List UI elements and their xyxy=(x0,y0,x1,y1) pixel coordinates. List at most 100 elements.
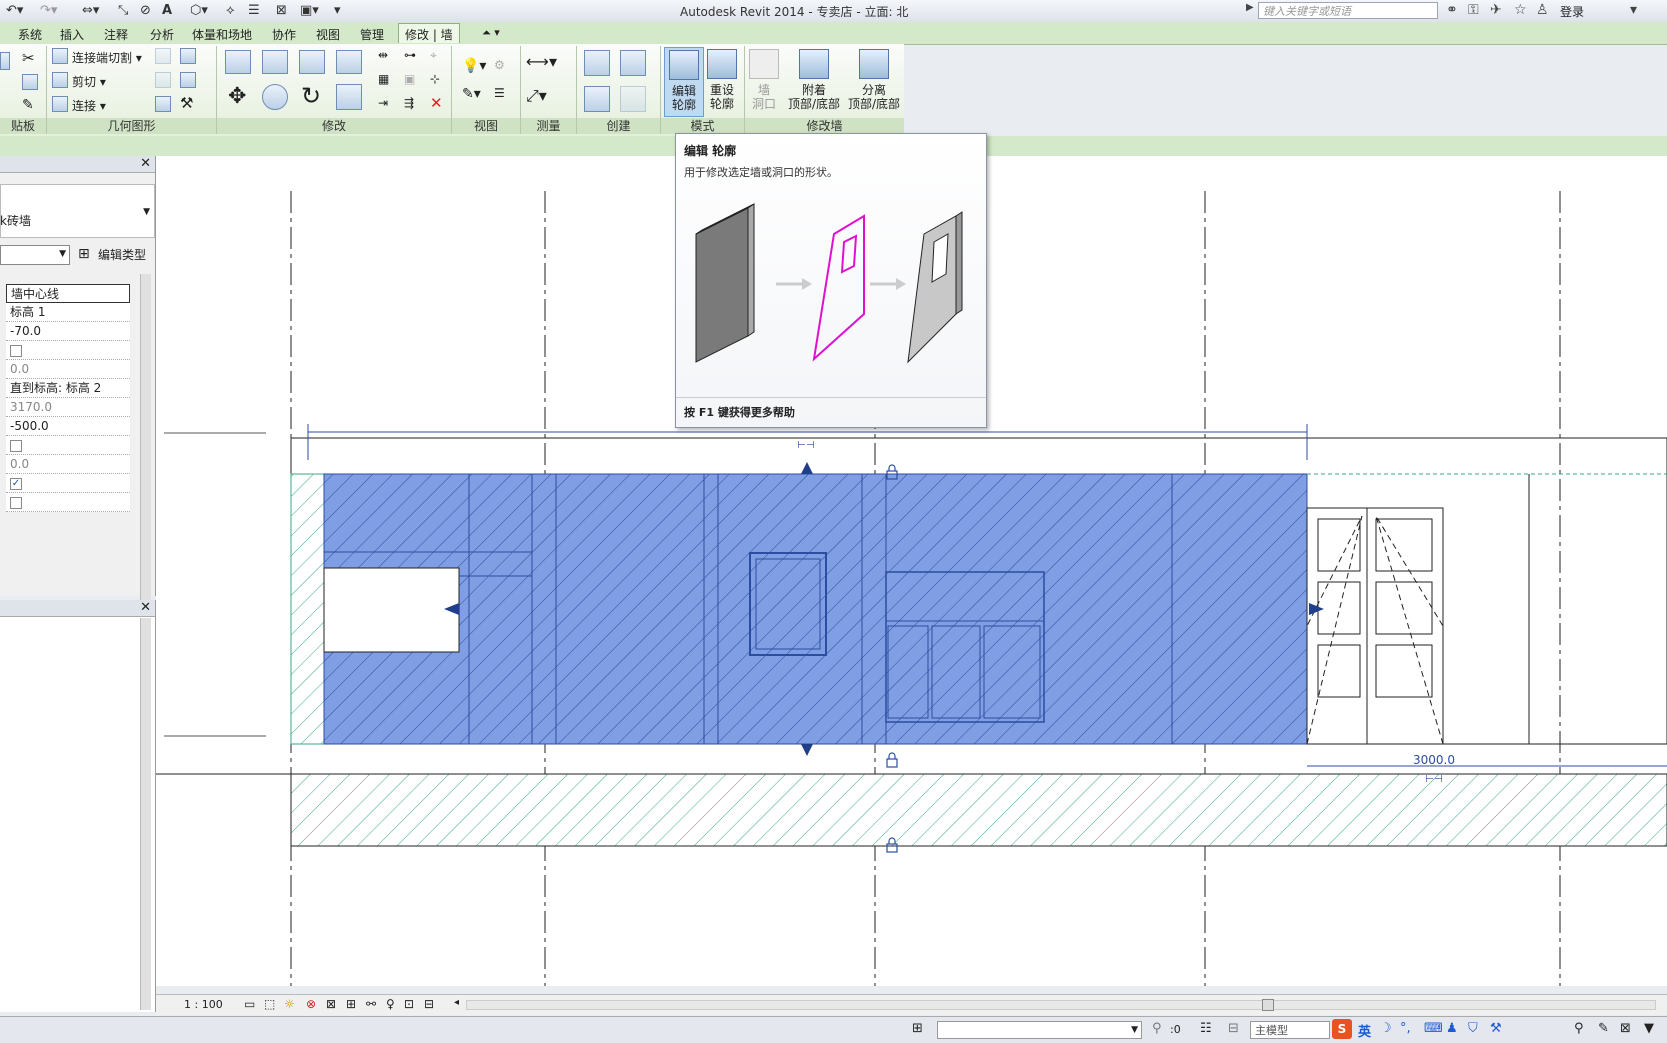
edit-type-button[interactable]: 编辑类型 xyxy=(98,246,146,263)
copy-icon[interactable] xyxy=(22,74,38,90)
ime-logo-icon[interactable]: S xyxy=(1332,1019,1352,1039)
close-icon[interactable]: ✕ xyxy=(140,156,151,171)
demolish-icon[interactable] xyxy=(155,96,171,112)
delete-icon[interactable]: ✕ xyxy=(430,94,443,112)
switch-windows-icon[interactable]: ▣▾ xyxy=(300,2,319,20)
mirror-draw-icon[interactable] xyxy=(336,50,362,74)
create-group-icon[interactable] xyxy=(620,86,646,112)
array-icon[interactable]: ▦ xyxy=(378,72,389,86)
workset-dropdown[interactable]: ▼ xyxy=(937,1021,1142,1039)
tab-analyze[interactable]: 分析 xyxy=(150,26,174,43)
split-face-icon[interactable] xyxy=(180,48,196,64)
cut-clipboard-icon[interactable]: ✂ xyxy=(22,49,35,67)
tools-icon[interactable]: ⚒ xyxy=(1490,1021,1502,1036)
subscription-icon[interactable]: ⚿ xyxy=(1468,2,1479,18)
select-pinned-icon[interactable]: ✎ xyxy=(1598,1021,1609,1036)
tab-systems[interactable]: 系统 xyxy=(18,26,42,43)
trim-extend-icon[interactable] xyxy=(336,84,362,110)
property-value[interactable]: 0.0 xyxy=(6,455,130,474)
checkbox-checked[interactable]: ✓ xyxy=(10,477,22,490)
type-selector[interactable]: ▼ xyxy=(0,184,155,238)
join-geometry-button[interactable]: 连接 ▾ xyxy=(72,97,106,114)
edit-profile-button[interactable]: 编辑 轮廓 xyxy=(664,47,704,117)
reset-profile-button[interactable]: 重设 轮廓 xyxy=(702,47,742,117)
checkbox[interactable] xyxy=(10,344,22,357)
unpin-icon[interactable]: ⌖ xyxy=(430,48,437,63)
close-icon[interactable]: ✕ xyxy=(140,600,151,615)
dimension-toggle-icon[interactable]: ⊢⊣ xyxy=(1425,774,1442,785)
scroll-thumb[interactable] xyxy=(1262,999,1274,1011)
text-icon[interactable]: A xyxy=(162,2,172,20)
view-scale[interactable]: 1 : 100 xyxy=(184,998,223,1011)
keyboard-icon[interactable]: ⌨ xyxy=(1424,1021,1443,1036)
measure-between-icon[interactable]: ⟷▾ xyxy=(526,52,557,71)
property-value[interactable]: 0.0 xyxy=(6,360,130,379)
property-value[interactable]: ✓ xyxy=(6,474,130,493)
user-ime-icon[interactable]: ♟ xyxy=(1446,1021,1458,1036)
aligned-dimension-icon[interactable]: ⤢▾ xyxy=(526,86,547,106)
browser-scrollbar[interactable] xyxy=(140,618,151,1010)
horizontal-scrollbar[interactable] xyxy=(466,999,1656,1011)
checkbox[interactable] xyxy=(10,439,22,452)
linework-icon[interactable]: ✎▾ xyxy=(462,86,481,102)
rotate-icon[interactable]: ↻ xyxy=(301,82,321,110)
detach-top-base-button[interactable]: 分离 顶部/底部 xyxy=(844,47,904,117)
paste-icon[interactable] xyxy=(0,52,10,70)
temporary-hide-icon[interactable]: ⚯ xyxy=(366,997,376,1011)
expand-search-icon[interactable]: ▶ xyxy=(1246,2,1254,13)
tab-view[interactable]: 视图 xyxy=(316,26,340,43)
match-properties-icon[interactable]: ✎ xyxy=(22,97,34,113)
tab-annotate[interactable]: 注释 xyxy=(104,26,128,43)
redo-icon[interactable]: ↷▾ xyxy=(40,2,57,20)
crop-view-icon[interactable]: ⊠ xyxy=(326,997,336,1011)
wall-joins-icon[interactable] xyxy=(155,48,171,64)
show-crop-icon[interactable]: ⊞ xyxy=(346,997,356,1011)
reveal-hidden-icon[interactable]: ♀ xyxy=(386,997,395,1011)
dimension-toggle-icon[interactable]: ⊢⊣ xyxy=(797,440,814,451)
trim-multi-icon[interactable]: ⇶ xyxy=(404,96,414,110)
dimension-icon[interactable]: ⤡ xyxy=(118,2,128,20)
tab-insert[interactable]: 插入 xyxy=(60,26,84,43)
create-assembly-icon[interactable] xyxy=(584,50,610,76)
section-icon[interactable]: ⟡ xyxy=(226,2,235,20)
trim-single-icon[interactable]: ⇥ xyxy=(378,96,388,110)
search-input[interactable]: 键入关键字或短语 xyxy=(1258,2,1438,19)
shadows-icon[interactable]: ⊗ xyxy=(306,997,316,1011)
lock-3d-icon[interactable]: ⊡ xyxy=(404,997,414,1011)
tab-massing-site[interactable]: 体量和场地 xyxy=(192,26,252,43)
design-option-field[interactable]: 主模型 xyxy=(1250,1021,1330,1039)
editable-only-icon[interactable]: ⚲ xyxy=(1152,1021,1162,1036)
close-hidden-icon[interactable]: ⊠ xyxy=(276,2,287,20)
pin-icon[interactable]: ⊹ xyxy=(430,72,440,86)
create-parts-icon[interactable] xyxy=(584,86,610,112)
property-value[interactable]: 直到标高: 标高 2 xyxy=(6,379,130,398)
align-icon[interactable] xyxy=(225,50,251,74)
tag-icon[interactable]: ⊘ xyxy=(140,2,151,20)
user-icon[interactable]: ♙ xyxy=(1536,2,1549,18)
split-gap-icon[interactable]: ⊶ xyxy=(404,48,416,62)
property-value[interactable]: 3170.0 xyxy=(6,398,130,417)
workset-icon[interactable]: ⊞ xyxy=(912,1021,923,1036)
create-similar-icon[interactable] xyxy=(620,50,646,76)
property-value[interactable]: -70.0 xyxy=(6,322,130,341)
mirror-axis-icon[interactable] xyxy=(299,50,325,74)
visual-style-icon[interactable]: ⬚ xyxy=(264,997,275,1011)
filter-icon[interactable]: ▼ xyxy=(1644,1021,1654,1036)
ime-language[interactable]: 英 xyxy=(1358,1021,1371,1040)
property-value[interactable]: 墙中心线 xyxy=(6,284,130,303)
help-dropdown-icon[interactable]: ▾ xyxy=(1630,2,1637,18)
undo-icon[interactable]: ↶▾ xyxy=(6,2,23,20)
copy-elements-icon[interactable] xyxy=(262,84,288,110)
binoculars-icon[interactable]: ⚭ xyxy=(1446,2,1458,18)
split-icon[interactable]: ⇹ xyxy=(378,48,388,62)
override-lines-icon[interactable]: ☰ xyxy=(494,86,505,100)
select-face-icon[interactable]: ⊠ xyxy=(1620,1021,1631,1036)
scale-icon[interactable]: ▣ xyxy=(404,72,415,86)
instance-filter-dropdown[interactable]: ▼ xyxy=(0,245,70,265)
tab-modify-wall[interactable]: 修改 | 墙 xyxy=(398,23,460,43)
attach-top-base-button[interactable]: 附着 顶部/底部 xyxy=(784,47,844,117)
join-cut-button[interactable]: 连接端切割 ▾ xyxy=(72,49,142,66)
offset-icon[interactable] xyxy=(262,50,288,74)
hammer-icon[interactable]: ⚒ xyxy=(180,94,193,112)
select-links-icon[interactable]: ⚲ xyxy=(1574,1021,1584,1036)
